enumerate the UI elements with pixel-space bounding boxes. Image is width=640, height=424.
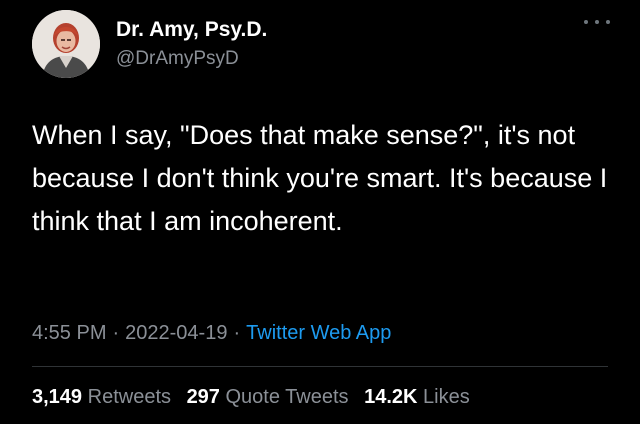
likes-count: 14.2K [364,386,418,408]
likes-stat[interactable]: 14.2K Likes [364,386,470,408]
meta-separator: · [233,322,241,344]
author-display-name[interactable]: Dr. Amy, Psy.D. [116,18,267,42]
tweet-time[interactable]: 4:55 PM [32,322,106,344]
tweet-text: When I say, "Does that make sense?", it'… [32,120,608,236]
tweet-metadata: 4:55 PM · 2022-04-19 · Twitter Web App [32,322,391,345]
meta-separator: · [112,322,120,344]
quote-tweets-count: 297 [186,386,220,408]
engagement-stats: 3,149 Retweets 297 Quote Tweets 14.2K Li… [32,386,480,409]
tweet-source-link[interactable]: Twitter Web App [246,322,391,344]
more-options-icon[interactable] [584,14,610,30]
retweets-count: 3,149 [32,386,83,408]
dot-icon [595,20,599,24]
retweets-stat[interactable]: 3,149 Retweets [32,386,171,408]
quote-tweets-stat[interactable]: 297 Quote Tweets [187,386,349,408]
avatar[interactable] [32,10,100,78]
tweet-card: Dr. Amy, Psy.D. @DrAmyPsyD When I say, "… [0,0,640,424]
dot-icon [606,20,610,24]
likes-label: Likes [423,386,470,408]
divider [32,366,608,367]
author-handle[interactable]: @DrAmyPsyD [116,48,239,70]
quote-tweets-label: Quote Tweets [225,386,349,408]
profile-photo-icon [32,10,100,78]
dot-icon [584,20,588,24]
tweet-date[interactable]: 2022-04-19 [125,322,227,344]
retweets-label: Retweets [87,386,171,408]
